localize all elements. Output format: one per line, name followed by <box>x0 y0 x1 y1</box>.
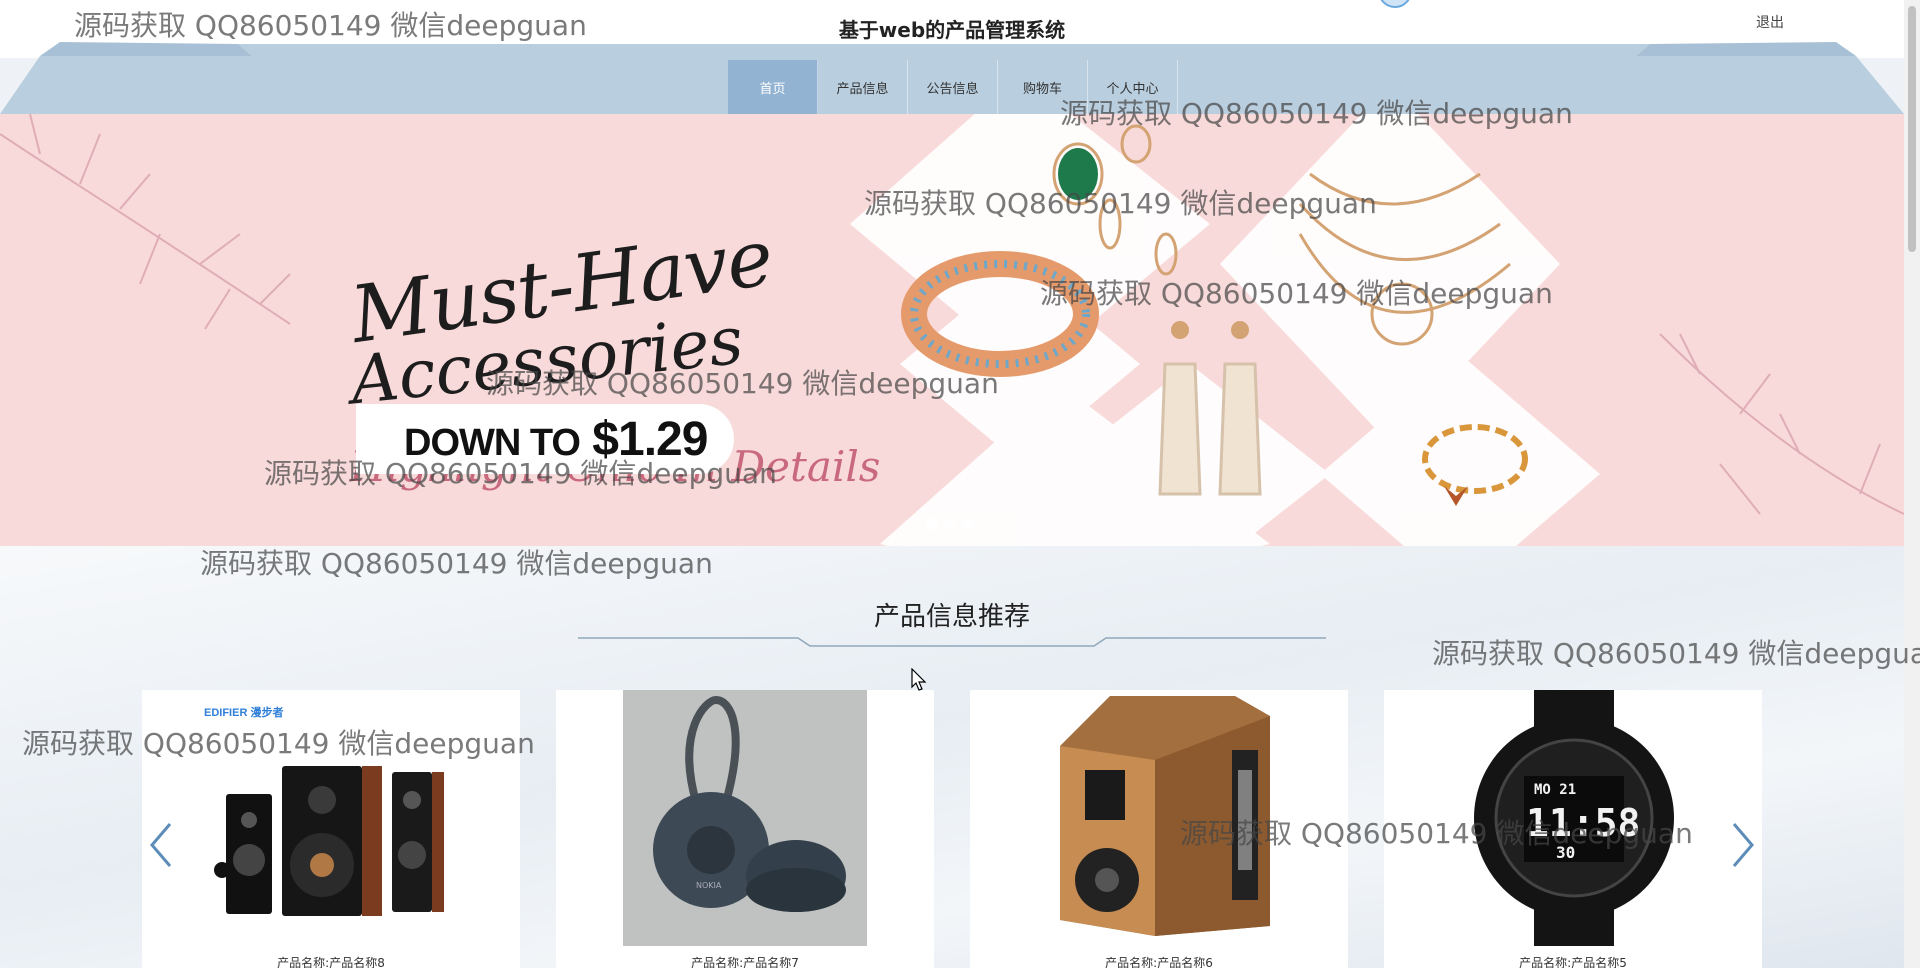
price-prefix: DOWN TO <box>404 422 581 464</box>
main-nav: 首页 产品信息 公告信息 购物车 个人中心 <box>728 60 1178 114</box>
product-name: 产品名称:产品名称8 <box>277 956 385 968</box>
carousel-dots <box>926 518 974 530</box>
product-name: 产品名称:产品名称6 <box>1105 956 1213 968</box>
logout-link[interactable]: 退出 <box>1756 12 1784 32</box>
product-card-4[interactable]: MO 21 11:58 30 产品名称:产品名称5 <box>1384 690 1762 968</box>
nav-profile[interactable]: 个人中心 <box>1088 60 1178 114</box>
carousel-dot-3[interactable] <box>962 518 974 530</box>
scrollbar-thumb[interactable] <box>1908 6 1916 252</box>
carousel-dot-2[interactable] <box>944 518 956 530</box>
product-card-3[interactable]: 产品名称:产品名称6 <box>970 690 1348 968</box>
watch-date-text: MO 21 <box>1534 782 1576 798</box>
jewelry-collage-image <box>0 114 1904 546</box>
top-badge-icon <box>1378 0 1412 8</box>
product-card-1[interactable]: EDIFIER 漫步者 产品名称:产品名称8 <box>142 690 520 968</box>
watch-time-text: 11:58 <box>1526 801 1640 845</box>
banner-price: DOWN TO $1.29 <box>404 412 708 467</box>
section-title: 产品信息推荐 <box>873 602 1030 632</box>
watch-seconds-text: 30 <box>1556 843 1575 862</box>
nav-cart[interactable]: 购物车 <box>998 60 1088 114</box>
digital-watch-image: MO 21 11:58 30 <box>1384 690 1762 946</box>
site-title: 基于web的产品管理系统 <box>838 18 1066 42</box>
product-card-2[interactable]: NOKIA 产品名称:产品名称7 <box>556 690 934 968</box>
title-divider <box>578 637 1326 647</box>
page-scrollbar[interactable] <box>1904 0 1920 968</box>
product-name: 产品名称:产品名称7 <box>691 956 799 968</box>
chevron-right-icon[interactable] <box>1728 820 1758 870</box>
product-name: 产品名称:产品名称5 <box>1519 956 1627 968</box>
nav-products[interactable]: 产品信息 <box>818 60 908 114</box>
carousel-dot-1[interactable] <box>926 518 938 530</box>
product-brand-text: NOKIA <box>696 881 722 890</box>
portable-speaker-image: NOKIA <box>556 690 934 946</box>
wooden-speaker-image <box>970 690 1348 946</box>
product-brand-text: EDIFIER 漫步者 <box>204 705 283 719</box>
price-value: $1.29 <box>592 413 708 466</box>
nav-home[interactable]: 首页 <box>728 60 818 114</box>
hero-banner[interactable]: Must-Have Accessories Highlight Chic In … <box>0 114 1904 546</box>
nav-announcements[interactable]: 公告信息 <box>908 60 998 114</box>
chevron-left-icon[interactable] <box>146 820 176 870</box>
speaker-set-image: EDIFIER 漫步者 <box>142 690 520 946</box>
mouse-cursor-icon <box>911 668 927 691</box>
